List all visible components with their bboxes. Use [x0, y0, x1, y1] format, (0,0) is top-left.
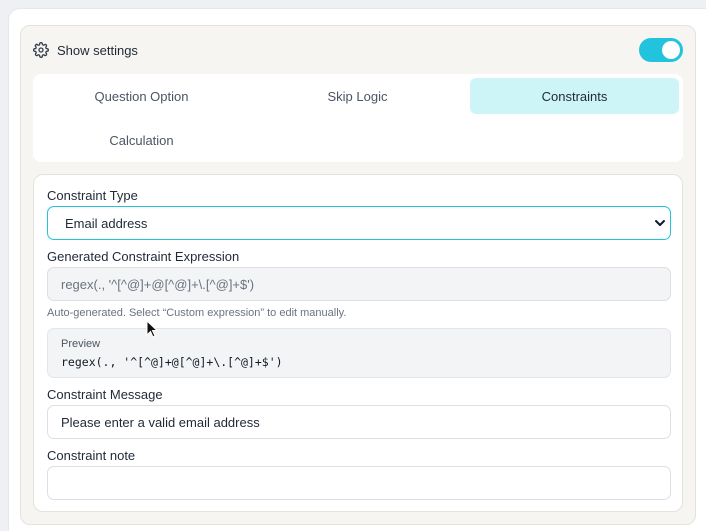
constraint-type-value: Email address: [65, 215, 148, 231]
constraint-type-label: Constraint Type: [47, 188, 138, 203]
expression-preview: Preview regex(., '^[^@]+@[^@]+\.[^@]+$'): [47, 328, 671, 378]
tab-question-option[interactable]: Question Option: [37, 78, 246, 114]
tab-skip-logic[interactable]: Skip Logic: [253, 78, 462, 114]
constraint-message-input[interactable]: Please enter a valid email address: [47, 405, 671, 439]
tab-constraints[interactable]: Constraints: [470, 78, 679, 114]
auto-generated-hint: Auto-generated. Select “Custom expressio…: [47, 307, 347, 319]
settings-tabs: Question Option Skip Logic Constraints C…: [33, 74, 683, 162]
show-settings-toggle[interactable]: [639, 38, 683, 62]
constraint-note-label: Constraint note: [47, 448, 136, 463]
constraint-message-label: Constraint Message: [47, 387, 163, 402]
chevron-down-icon: [655, 220, 665, 226]
constraint-note-input[interactable]: [47, 466, 671, 500]
preview-label: Preview: [61, 338, 101, 350]
preview-code: regex(., '^[^@]+@[^@]+\.[^@]+$'): [61, 355, 283, 369]
constraints-form: Constraint Type Email address Generated …: [33, 174, 683, 512]
generated-expression-label: Generated Constraint Expression: [47, 249, 240, 264]
mouse-cursor-icon: [146, 320, 159, 338]
gear-icon: [33, 42, 49, 58]
show-settings-label[interactable]: Show settings: [57, 43, 138, 58]
settings-panel: Show settings Question Option Skip Logic…: [20, 25, 696, 525]
settings-header: Show settings: [33, 38, 683, 62]
constraint-type-select[interactable]: Email address: [47, 206, 671, 240]
toggle-knob: [662, 41, 680, 59]
generated-expression-field: regex(., '^[^@]+@[^@]+\.[^@]+$'): [47, 267, 671, 301]
tab-calculation[interactable]: Calculation: [37, 122, 246, 158]
